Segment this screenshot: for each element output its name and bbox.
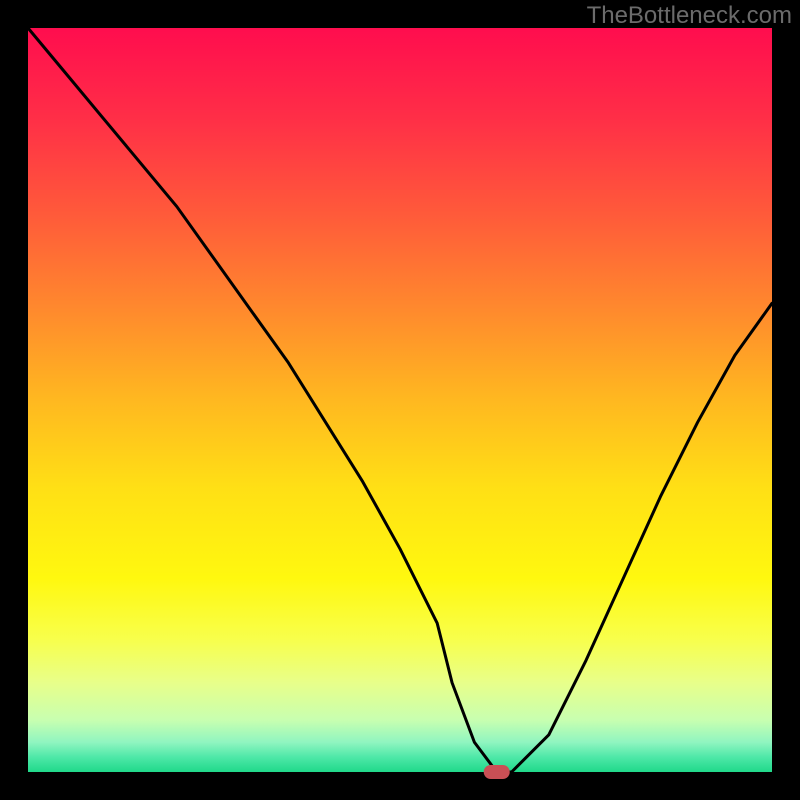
- chart-frame: [772, 0, 800, 800]
- optimal-marker: [484, 765, 510, 779]
- chart-frame: [0, 0, 28, 800]
- bottleneck-chart: TheBottleneck.com: [0, 0, 800, 800]
- gradient-background: [28, 28, 772, 772]
- watermark-text: TheBottleneck.com: [587, 2, 792, 30]
- chart-svg: [0, 0, 800, 800]
- chart-frame: [0, 772, 800, 800]
